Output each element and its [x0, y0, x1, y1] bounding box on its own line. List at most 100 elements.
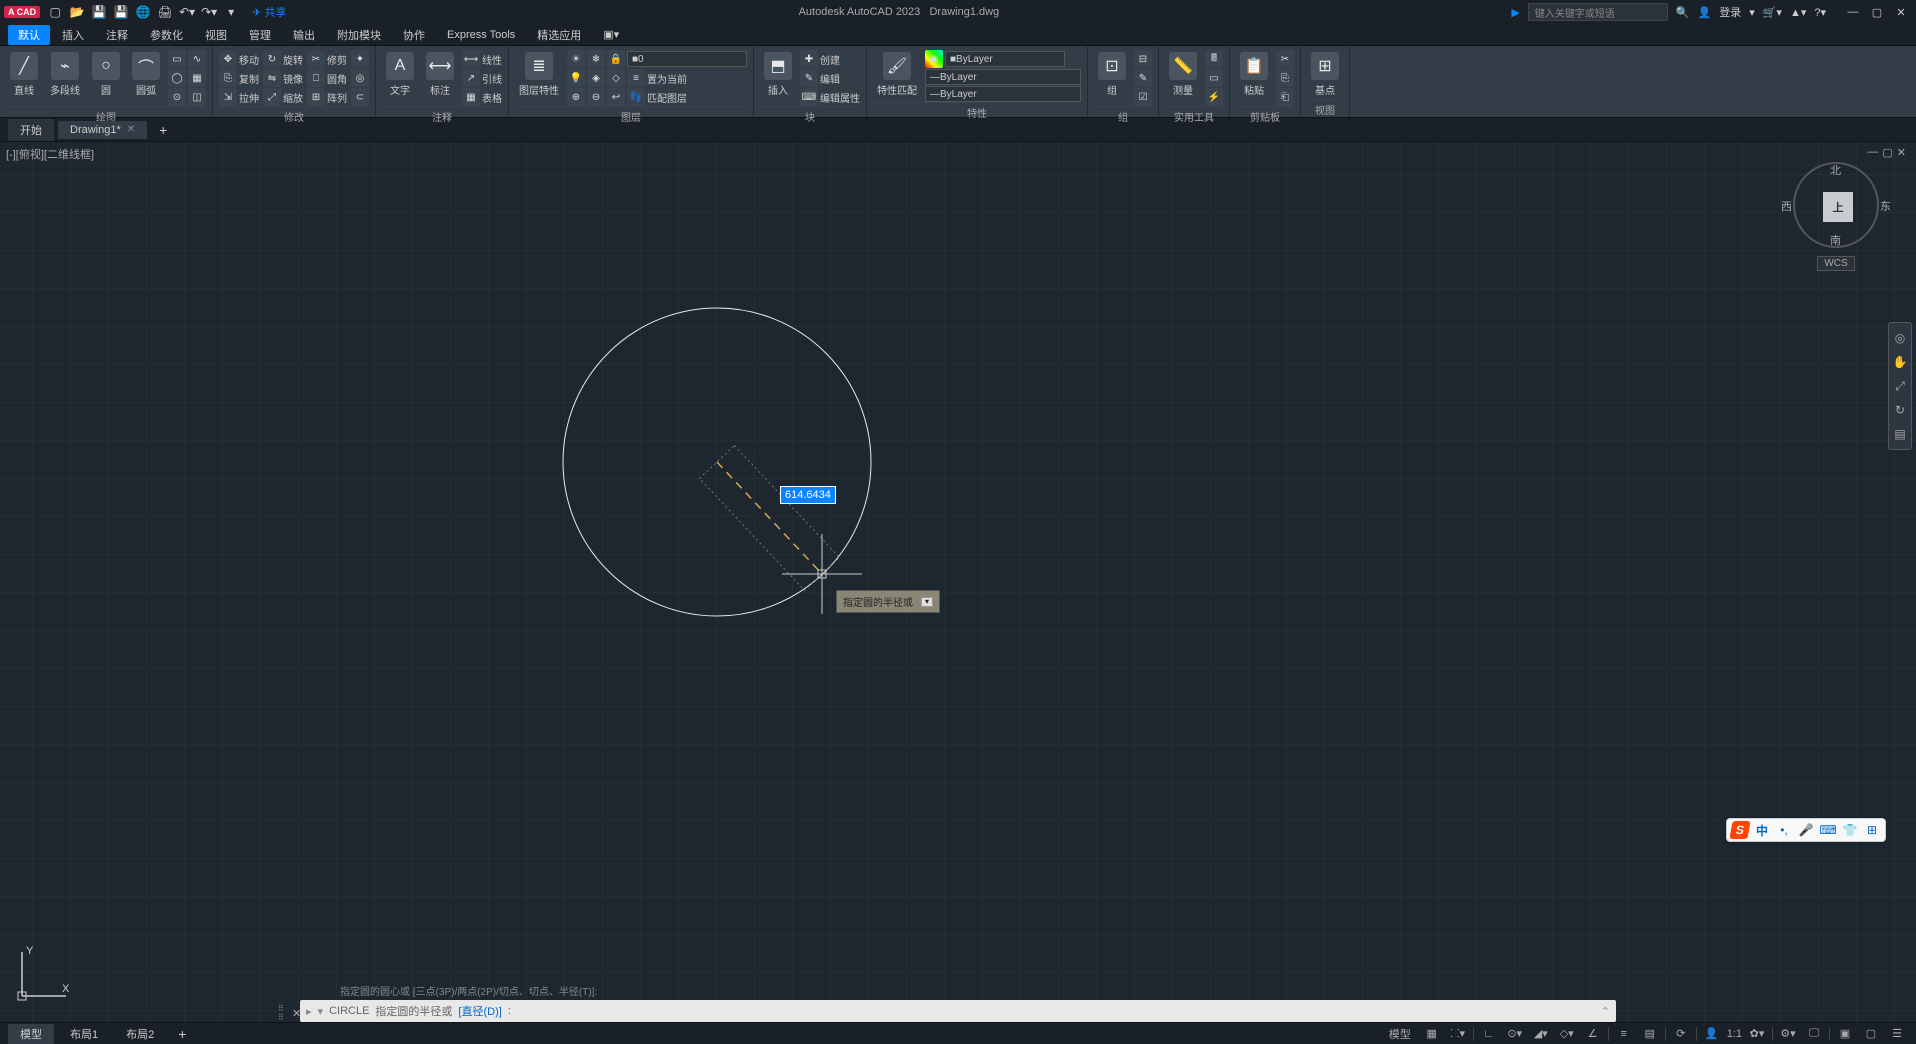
nav-pan-icon[interactable]: ✋	[1891, 353, 1909, 371]
region-icon[interactable]: ◫	[188, 88, 206, 106]
offset-icon[interactable]: ◎	[351, 69, 369, 87]
tab-collaborate[interactable]: 协作	[393, 25, 435, 45]
cmd-options[interactable]: [直径(D)]	[458, 1003, 501, 1019]
minimize-button[interactable]: —	[1842, 3, 1864, 21]
layer-on-icon[interactable]: 💡	[567, 69, 585, 87]
leader-icon[interactable]: ↗	[462, 69, 480, 87]
qat-dropdown-icon[interactable]: ▾	[222, 3, 240, 21]
layer-iso-icon[interactable]: ◈	[587, 69, 605, 87]
layer-off-icon[interactable]: ◇	[607, 69, 625, 87]
point-icon[interactable]: ⊙	[168, 88, 186, 106]
tab-output[interactable]: 输出	[283, 25, 325, 45]
paste-button[interactable]: 📋粘贴	[1236, 50, 1272, 99]
open-icon[interactable]: 📂	[68, 3, 86, 21]
explode-icon[interactable]: ✦	[351, 50, 369, 68]
tab-insert[interactable]: 插入	[52, 25, 94, 45]
web-icon[interactable]: 🌐	[134, 3, 152, 21]
move-icon[interactable]: ✥	[219, 50, 237, 68]
ellipse-icon[interactable]: ◯	[168, 69, 186, 87]
ime-menu-icon[interactable]: ⊞	[1863, 821, 1881, 839]
saveas-icon[interactable]: 💾	[112, 3, 130, 21]
scale-icon[interactable]: ⤢	[263, 88, 281, 106]
measure-button[interactable]: 📏测量	[1165, 50, 1201, 99]
vc-north[interactable]: 北	[1830, 162, 1841, 178]
tooltip-options-icon[interactable]: ▾	[921, 597, 933, 607]
color-icon[interactable]: ◉	[925, 50, 943, 68]
plot-icon[interactable]: 🖨	[156, 3, 174, 21]
line-button[interactable]: ╱直线	[6, 50, 42, 99]
tab-layout2[interactable]: 布局2	[114, 1024, 166, 1044]
tab-view[interactable]: 视图	[195, 25, 237, 45]
nav-orbit-icon[interactable]: ↻	[1891, 401, 1909, 419]
tab-annotate[interactable]: 注释	[96, 25, 138, 45]
select-icon[interactable]: ▭	[1205, 69, 1223, 87]
cmd-dropdown-icon[interactable]: ▾	[318, 1005, 324, 1018]
close-tab-icon[interactable]: ✕	[127, 124, 135, 135]
tab-overflow-icon[interactable]: ▣▾	[593, 26, 629, 43]
help-icon[interactable]: ?▾	[1814, 6, 1826, 19]
vc-west[interactable]: 西	[1781, 198, 1792, 214]
cmd-drag-handle[interactable]: ⠿⠿	[278, 1004, 286, 1022]
cmd-close-icon[interactable]: ✕	[292, 1007, 301, 1020]
edit-block-icon[interactable]: ✎	[800, 69, 818, 87]
tab-model[interactable]: 模型	[8, 1024, 54, 1044]
rotate-icon[interactable]: ↻	[263, 50, 281, 68]
cmd-expand-icon[interactable]: ⌃	[1601, 1005, 1610, 1018]
layer-freeze-icon[interactable]: ❄	[587, 50, 605, 68]
tab-addins[interactable]: 附加模块	[327, 25, 391, 45]
vp-min-icon[interactable]: —	[1867, 146, 1878, 159]
tab-express[interactable]: Express Tools	[437, 27, 525, 43]
trim-icon[interactable]: ✂	[307, 50, 325, 68]
stretch-icon[interactable]: ⇲	[219, 88, 237, 106]
redo-icon[interactable]: ↷▾	[200, 3, 218, 21]
vp-max-icon[interactable]: ▢	[1882, 146, 1892, 159]
login-dropdown-icon[interactable]: ▾	[1749, 6, 1755, 19]
mirror-icon[interactable]: ⇋	[263, 69, 281, 87]
linear-icon[interactable]: ⟷	[462, 50, 480, 68]
rect-icon[interactable]: ▭	[168, 50, 186, 68]
color-dropdown[interactable]: ■ ByLayer	[945, 51, 1065, 67]
copy-clip-icon[interactable]: ⎘	[1276, 69, 1294, 87]
tab-manage[interactable]: 管理	[239, 25, 281, 45]
ime-lang[interactable]: 中	[1753, 821, 1771, 839]
group-sel-icon[interactable]: ☑	[1134, 88, 1152, 106]
layer-props-button[interactable]: ≣图层特性	[515, 50, 563, 99]
tab-layout1[interactable]: 布局1	[58, 1024, 110, 1044]
calc-icon[interactable]: 🖩	[1205, 50, 1223, 68]
tab-default[interactable]: 默认	[8, 25, 50, 45]
erase-icon[interactable]: ⊂	[351, 88, 369, 106]
spline-icon[interactable]: ∿	[188, 50, 206, 68]
base-button[interactable]: ⊞基点	[1307, 50, 1343, 99]
ime-voice-icon[interactable]: 🎤	[1797, 821, 1815, 839]
text-button[interactable]: A文字	[382, 50, 418, 99]
match-props-button[interactable]: 🖌特性匹配	[873, 50, 921, 99]
wcs-dropdown[interactable]: WCS	[1817, 256, 1854, 271]
sogou-logo-icon[interactable]: S	[1729, 821, 1750, 839]
layer-prev-icon[interactable]: ↩	[607, 88, 625, 106]
close-button[interactable]: ✕	[1890, 3, 1912, 21]
quick-sel-icon[interactable]: ⚡	[1205, 88, 1223, 106]
login-link[interactable]: 登录	[1719, 4, 1741, 20]
layer-walk-icon[interactable]: 👣	[627, 88, 645, 106]
ime-toolbar[interactable]: S 中 •, 🎤 ⌨ 👕 ⊞	[1726, 818, 1886, 842]
autodesk-icon[interactable]: ▲▾	[1790, 6, 1806, 19]
cart-icon[interactable]: 🛒▾	[1763, 6, 1782, 19]
layer-dropdown[interactable]: ■ 0	[627, 51, 747, 67]
vp-close-icon[interactable]: ✕	[1897, 146, 1906, 159]
dim-button[interactable]: ⟷标注	[422, 50, 458, 99]
nav-wheel-icon[interactable]: ◎	[1891, 329, 1909, 347]
maximize-button[interactable]: ▢	[1866, 3, 1888, 21]
search-input[interactable]: 键入关键字或短语	[1528, 3, 1668, 21]
layer-sun-icon[interactable]: ☀	[567, 50, 585, 68]
tab-start[interactable]: 开始	[8, 119, 54, 141]
circle-button[interactable]: ○圆	[88, 50, 124, 99]
tab-featured[interactable]: 精选应用	[527, 25, 591, 45]
copy-icon[interactable]: ⎘	[219, 69, 237, 87]
ime-punct-icon[interactable]: •,	[1775, 821, 1793, 839]
tab-parametric[interactable]: 参数化	[140, 25, 193, 45]
viewcube[interactable]: 北 南 东 西 上 WCS	[1786, 162, 1886, 271]
group-button[interactable]: ⊡组	[1094, 50, 1130, 99]
vc-top-face[interactable]: 上	[1823, 192, 1853, 222]
add-layout-button[interactable]: +	[170, 1024, 194, 1044]
cut-icon[interactable]: ✂	[1276, 50, 1294, 68]
